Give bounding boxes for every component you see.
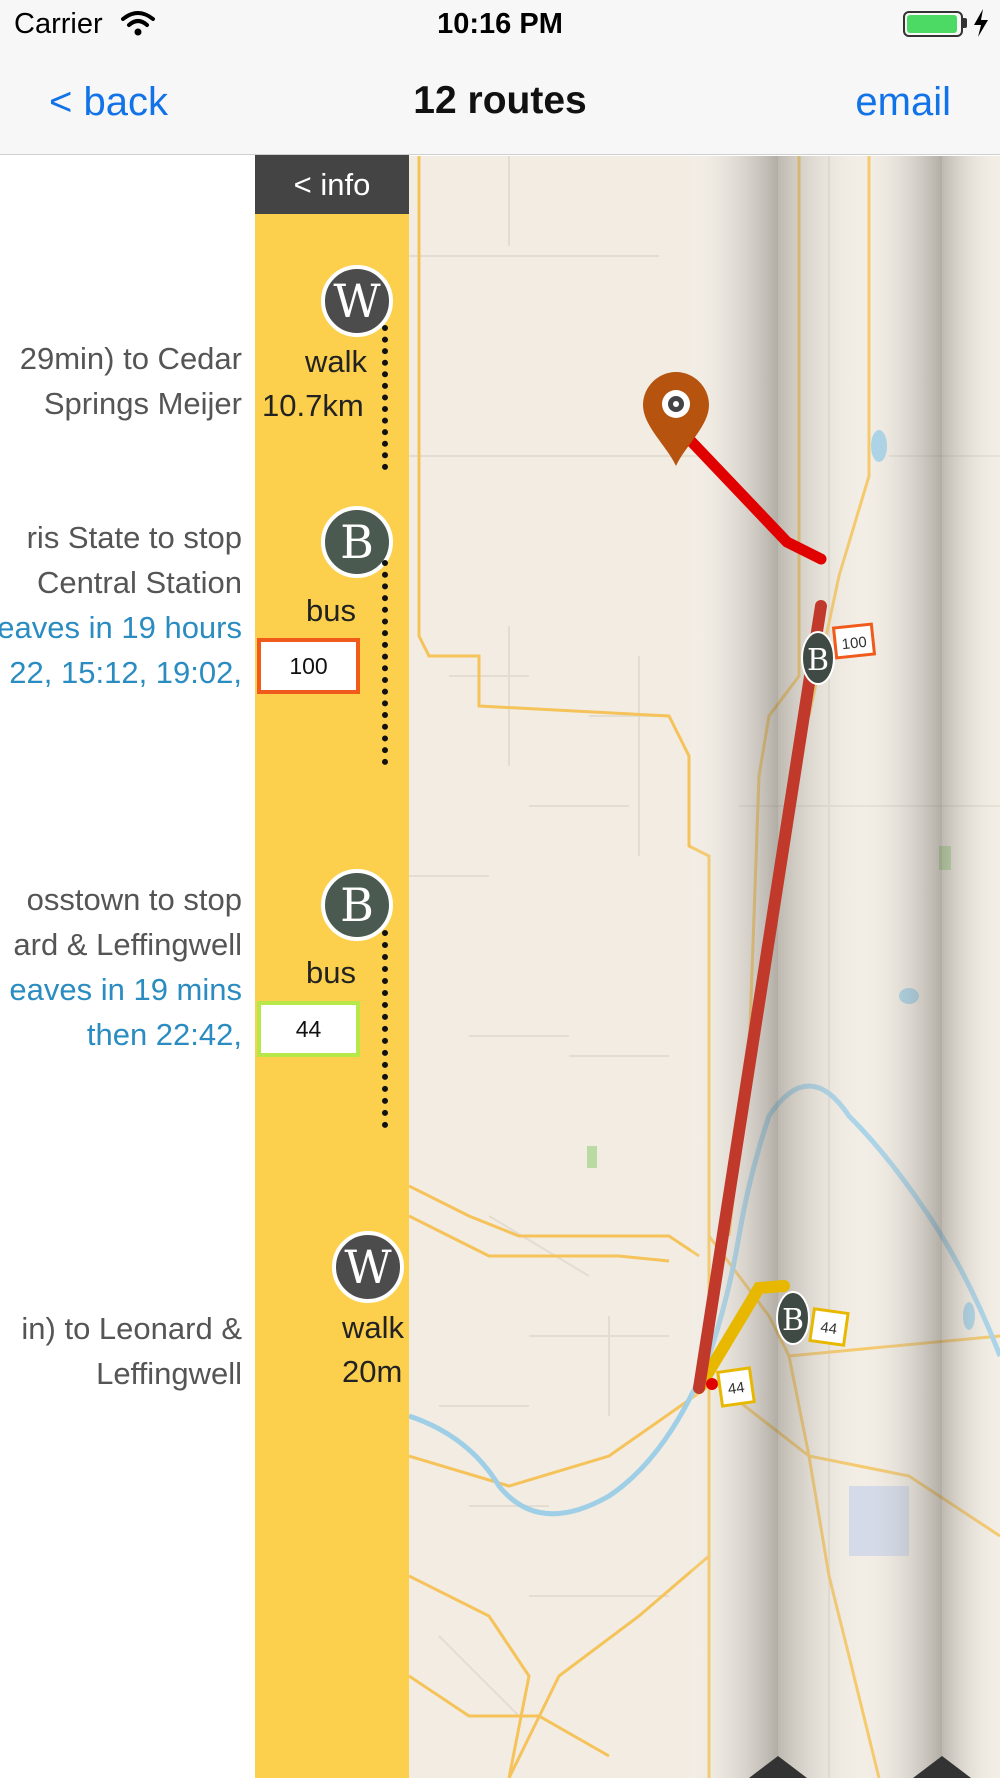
battery-charging-icon xyxy=(903,11,963,37)
bus-step-line1: ris State to stop xyxy=(26,520,242,555)
bus-step-line2: Central Station xyxy=(36,565,242,600)
route-badge-100[interactable]: 100 xyxy=(257,638,360,694)
walk-step-text: 29min) to Cedar Springs Meijer xyxy=(20,336,242,426)
bus-step-departure: eaves in 19 hours xyxy=(0,610,242,645)
walk-step-line1: in) to Leonard & xyxy=(21,1311,242,1346)
bus-step-departure: eaves in 19 mins xyxy=(9,972,242,1007)
itinerary-text-column[interactable]: 29min) to Cedar Springs Meijer ris State… xyxy=(0,156,255,1778)
status-time: 10:16 PM xyxy=(437,8,563,40)
bus-stop-route-label: 100 xyxy=(841,634,868,654)
email-button[interactable]: email xyxy=(855,80,951,125)
bus-step-times: 22, 15:12, 19:02, xyxy=(9,655,242,690)
destination-route-label: 44 xyxy=(727,1379,746,1398)
info-button[interactable]: < info xyxy=(255,155,409,214)
bus-mode-label: bus xyxy=(306,593,356,628)
bus-stop-letter: B xyxy=(807,643,829,678)
walk-distance: 20m xyxy=(342,1354,403,1389)
map-canvas[interactable]: B 100 B 44 44 xyxy=(409,156,1000,1778)
battery-tip xyxy=(963,18,967,28)
walk-dotted-line xyxy=(382,325,388,470)
walk-step-line2: Springs Meijer xyxy=(43,386,242,421)
top-bar: Carrier 10:16 PM < back 12 routes email xyxy=(0,0,1000,155)
walk-step-line2: Leffingwell xyxy=(96,1356,242,1391)
bus-step-times: then 22:42, xyxy=(86,1017,242,1052)
bus-step-line1: osstown to stop xyxy=(26,882,242,917)
walk-step-line1: 29min) to Cedar xyxy=(19,341,242,376)
map-fold xyxy=(863,156,942,1778)
route-map[interactable]: B 100 B 44 44 xyxy=(409,156,1000,1778)
page-title: 12 routes xyxy=(413,79,587,122)
bus-step-line2: ard & Leffingwell xyxy=(13,927,242,962)
bus-dotted-line xyxy=(382,930,388,1128)
bus-step-text: ris State to stop Central Station eaves … xyxy=(0,515,242,695)
bus-stop-route-label: 44 xyxy=(819,1319,838,1338)
bus-dotted-line xyxy=(382,560,388,765)
walk-mode-label: walk xyxy=(342,1310,405,1345)
walk-step-text: in) to Leonard & Leffingwell xyxy=(21,1306,242,1396)
park xyxy=(587,1146,597,1168)
walk-mode-label: walk xyxy=(305,344,368,379)
bus-stop-letter: B xyxy=(782,1303,804,1338)
walk-distance: 10.7km xyxy=(262,388,364,423)
bus-step-text: osstown to stop ard & Leffingwell eaves … xyxy=(9,877,242,1057)
route-badge-44[interactable]: 44 xyxy=(257,1001,360,1057)
bus-mode-label: bus xyxy=(306,955,356,990)
map-fold xyxy=(942,156,1000,1778)
map-fold xyxy=(778,156,863,1778)
charging-bolt-icon xyxy=(974,9,988,37)
walk-icon: W xyxy=(332,1231,404,1303)
